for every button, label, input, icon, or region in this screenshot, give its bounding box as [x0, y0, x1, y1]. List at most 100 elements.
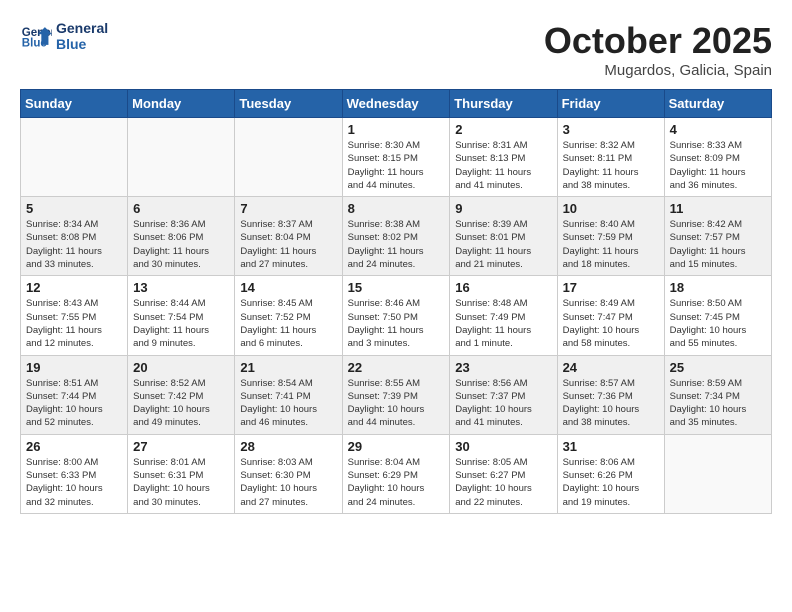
calendar-cell: 29 Sunrise: 8:04 AM Sunset: 6:29 PM Dayli… [342, 434, 450, 513]
weekday-header-saturday: Saturday [664, 90, 771, 118]
calendar-cell: 9 Sunrise: 8:39 AM Sunset: 8:01 PM Daylig… [450, 197, 557, 276]
week-row-4: 19Sunrise: 8:51 AM Sunset: 7:44 PM Dayli… [21, 355, 772, 434]
day-info: Sunrise: 8:00 AM Sunset: 6:33 PM Dayligh… [26, 456, 122, 509]
day-number: 29 [348, 439, 445, 454]
calendar-cell: 23 Sunrise: 8:56 AM Sunset: 7:37 PM Dayli… [450, 355, 557, 434]
calendar-table: SundayMondayTuesdayWednesdayThursdayFrid… [20, 89, 772, 514]
day-info: Sunrise: 8:57 AM Sunset: 7:36 PM Dayligh… [563, 377, 659, 430]
calendar-cell: 2 Sunrise: 8:31 AM Sunset: 8:13 PM Daylig… [450, 118, 557, 197]
calendar-cell: 31 Sunrise: 8:06 AM Sunset: 6:26 PM Dayli… [557, 434, 664, 513]
calendar-cell: 4 Sunrise: 8:33 AM Sunset: 8:09 PM Daylig… [664, 118, 771, 197]
day-number: 8 [348, 201, 445, 216]
logo-blue: Blue [56, 36, 108, 52]
day-info: Sunrise: 8:40 AM Sunset: 7:59 PM Dayligh… [563, 218, 659, 271]
calendar-cell: 15Sunrise: 8:46 AM Sunset: 7:50 PM Dayli… [342, 276, 450, 355]
day-number: 27 [133, 439, 229, 454]
day-number: 25 [670, 360, 766, 375]
day-info: Sunrise: 8:52 AM Sunset: 7:42 PM Dayligh… [133, 377, 229, 430]
day-number: 14 [240, 280, 336, 295]
day-number: 7 [240, 201, 336, 216]
day-info: Sunrise: 8:59 AM Sunset: 7:34 PM Dayligh… [670, 377, 766, 430]
day-info: Sunrise: 8:45 AM Sunset: 7:52 PM Dayligh… [240, 297, 336, 350]
calendar-cell: 28 Sunrise: 8:03 AM Sunset: 6:30 PM Dayli… [235, 434, 342, 513]
calendar-cell: 6Sunrise: 8:36 AM Sunset: 8:06 PM Daylig… [128, 197, 235, 276]
day-number: 16 [455, 280, 551, 295]
day-info: Sunrise: 8:31 AM Sunset: 8:13 PM Dayligh… [455, 139, 551, 192]
calendar-cell: 19Sunrise: 8:51 AM Sunset: 7:44 PM Dayli… [21, 355, 128, 434]
day-info: Sunrise: 8:34 AM Sunset: 8:08 PM Dayligh… [26, 218, 122, 271]
calendar-cell: 3Sunrise: 8:32 AM Sunset: 8:11 PM Daylig… [557, 118, 664, 197]
calendar-cell: 1Sunrise: 8:30 AM Sunset: 8:15 PM Daylig… [342, 118, 450, 197]
day-number: 21 [240, 360, 336, 375]
logo: General Blue General Blue [20, 20, 108, 52]
day-number: 11 [670, 201, 766, 216]
day-info: Sunrise: 8:42 AM Sunset: 7:57 PM Dayligh… [670, 218, 766, 271]
calendar-cell [235, 118, 342, 197]
weekday-header-monday: Monday [128, 90, 235, 118]
calendar-cell: 12 Sunrise: 8:43 AM Sunset: 7:55 PM Dayli… [21, 276, 128, 355]
calendar-cell: 27 Sunrise: 8:01 AM Sunset: 6:31 PM Dayli… [128, 434, 235, 513]
day-number: 12 [26, 280, 122, 295]
day-number: 20 [133, 360, 229, 375]
day-number: 4 [670, 122, 766, 137]
day-info: Sunrise: 8:46 AM Sunset: 7:50 PM Dayligh… [348, 297, 445, 350]
calendar-cell: 5 Sunrise: 8:34 AM Sunset: 8:08 PM Daylig… [21, 197, 128, 276]
day-number: 22 [348, 360, 445, 375]
month-title: October 2025 [544, 20, 772, 62]
day-number: 5 [26, 201, 122, 216]
logo-icon: General Blue [20, 20, 52, 52]
day-number: 30 [455, 439, 551, 454]
day-info: Sunrise: 8:06 AM Sunset: 6:26 PM Dayligh… [563, 456, 659, 509]
day-info: Sunrise: 8:05 AM Sunset: 6:27 PM Dayligh… [455, 456, 551, 509]
day-number: 10 [563, 201, 659, 216]
week-row-3: 12 Sunrise: 8:43 AM Sunset: 7:55 PM Dayli… [21, 276, 772, 355]
day-info: Sunrise: 8:51 AM Sunset: 7:44 PM Dayligh… [26, 377, 122, 430]
day-info: Sunrise: 8:03 AM Sunset: 6:30 PM Dayligh… [240, 456, 336, 509]
day-info: Sunrise: 8:37 AM Sunset: 8:04 PM Dayligh… [240, 218, 336, 271]
day-info: Sunrise: 8:04 AM Sunset: 6:29 PM Dayligh… [348, 456, 445, 509]
weekday-header-sunday: Sunday [21, 90, 128, 118]
day-number: 26 [26, 439, 122, 454]
calendar-cell: 30 Sunrise: 8:05 AM Sunset: 6:27 PM Dayli… [450, 434, 557, 513]
calendar-cell [664, 434, 771, 513]
calendar-cell: 24Sunrise: 8:57 AM Sunset: 7:36 PM Dayli… [557, 355, 664, 434]
calendar-cell: 25 Sunrise: 8:59 AM Sunset: 7:34 PM Dayli… [664, 355, 771, 434]
calendar-cell: 8 Sunrise: 8:38 AM Sunset: 8:02 PM Daylig… [342, 197, 450, 276]
logo-general: General [56, 20, 108, 36]
day-number: 9 [455, 201, 551, 216]
calendar-cell [128, 118, 235, 197]
day-info: Sunrise: 8:39 AM Sunset: 8:01 PM Dayligh… [455, 218, 551, 271]
title-block: October 2025 Mugardos, Galicia, Spain [544, 20, 772, 79]
calendar-cell: 11 Sunrise: 8:42 AM Sunset: 7:57 PM Dayli… [664, 197, 771, 276]
day-number: 6 [133, 201, 229, 216]
calendar-cell: 26 Sunrise: 8:00 AM Sunset: 6:33 PM Dayli… [21, 434, 128, 513]
day-info: Sunrise: 8:48 AM Sunset: 7:49 PM Dayligh… [455, 297, 551, 350]
day-number: 28 [240, 439, 336, 454]
calendar-cell: 16 Sunrise: 8:48 AM Sunset: 7:49 PM Dayli… [450, 276, 557, 355]
day-info: Sunrise: 8:33 AM Sunset: 8:09 PM Dayligh… [670, 139, 766, 192]
day-number: 18 [670, 280, 766, 295]
calendar-cell: 14 Sunrise: 8:45 AM Sunset: 7:52 PM Dayli… [235, 276, 342, 355]
day-info: Sunrise: 8:44 AM Sunset: 7:54 PM Dayligh… [133, 297, 229, 350]
day-info: Sunrise: 8:43 AM Sunset: 7:55 PM Dayligh… [26, 297, 122, 350]
day-number: 2 [455, 122, 551, 137]
day-info: Sunrise: 8:01 AM Sunset: 6:31 PM Dayligh… [133, 456, 229, 509]
day-info: Sunrise: 8:56 AM Sunset: 7:37 PM Dayligh… [455, 377, 551, 430]
calendar-cell: 10 Sunrise: 8:40 AM Sunset: 7:59 PM Dayli… [557, 197, 664, 276]
day-number: 31 [563, 439, 659, 454]
calendar-cell: 18 Sunrise: 8:50 AM Sunset: 7:45 PM Dayli… [664, 276, 771, 355]
day-number: 1 [348, 122, 445, 137]
day-number: 3 [563, 122, 659, 137]
day-info: Sunrise: 8:38 AM Sunset: 8:02 PM Dayligh… [348, 218, 445, 271]
calendar-cell: 13 Sunrise: 8:44 AM Sunset: 7:54 PM Dayli… [128, 276, 235, 355]
day-info: Sunrise: 8:54 AM Sunset: 7:41 PM Dayligh… [240, 377, 336, 430]
weekday-header-thursday: Thursday [450, 90, 557, 118]
day-info: Sunrise: 8:49 AM Sunset: 7:47 PM Dayligh… [563, 297, 659, 350]
day-info: Sunrise: 8:55 AM Sunset: 7:39 PM Dayligh… [348, 377, 445, 430]
day-info: Sunrise: 8:50 AM Sunset: 7:45 PM Dayligh… [670, 297, 766, 350]
day-number: 23 [455, 360, 551, 375]
week-row-1: 1Sunrise: 8:30 AM Sunset: 8:15 PM Daylig… [21, 118, 772, 197]
calendar-cell [21, 118, 128, 197]
calendar-cell: 20 Sunrise: 8:52 AM Sunset: 7:42 PM Dayli… [128, 355, 235, 434]
day-number: 13 [133, 280, 229, 295]
